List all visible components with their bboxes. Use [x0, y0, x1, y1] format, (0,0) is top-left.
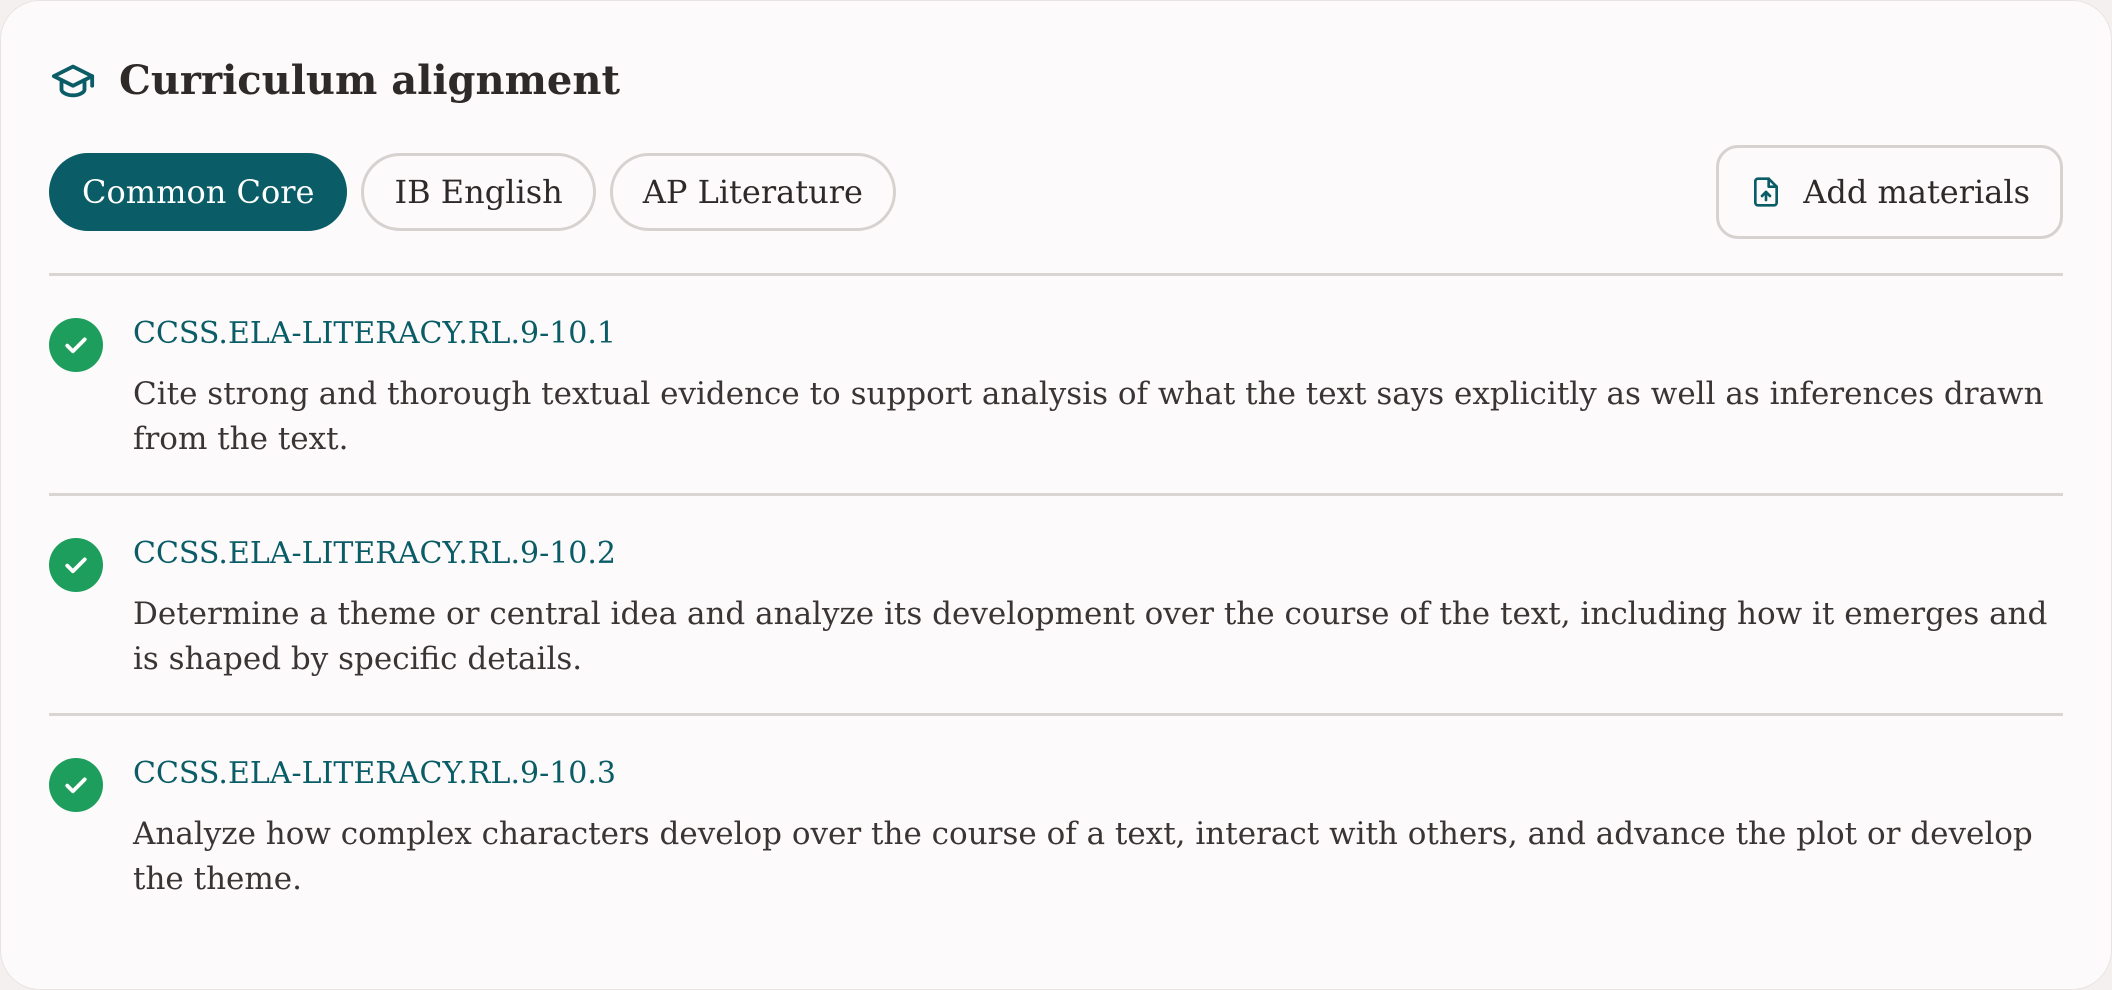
tab-ap-literature[interactable]: AP Literature	[609, 153, 896, 231]
card-title: Curriculum alignment	[119, 56, 620, 104]
toolbar: Common Core IB English AP Literature Add…	[49, 145, 2063, 239]
check-circle-icon	[49, 318, 103, 372]
list-item: CCSS.ELA-LITERACY.RL.9-10.1 Cite strong …	[49, 273, 2063, 493]
list-item: CCSS.ELA-LITERACY.RL.9-10.2 Determine a …	[49, 493, 2063, 713]
check-circle-icon	[49, 538, 103, 592]
standard-code: CCSS.ELA-LITERACY.RL.9-10.3	[133, 756, 617, 791]
file-upload-icon	[1749, 175, 1783, 209]
tab-common-core[interactable]: Common Core	[49, 153, 348, 231]
standard-description: Cite strong and thorough textual evidenc…	[133, 376, 2044, 457]
framework-tabs: Common Core IB English AP Literature	[49, 153, 896, 231]
standards-list: CCSS.ELA-LITERACY.RL.9-10.1 Cite strong …	[49, 273, 2063, 933]
standard-code: CCSS.ELA-LITERACY.RL.9-10.2	[133, 536, 617, 571]
check-circle-icon	[49, 758, 103, 812]
graduation-cap-icon	[49, 56, 97, 104]
add-materials-button[interactable]: Add materials	[1716, 145, 2063, 239]
standard-description: Determine a theme or central idea and an…	[133, 596, 2048, 677]
curriculum-alignment-card: Curriculum alignment Common Core IB Engl…	[0, 0, 2112, 990]
add-materials-label: Add materials	[1803, 173, 2030, 211]
tab-ib-english[interactable]: IB English	[361, 153, 596, 231]
list-item: CCSS.ELA-LITERACY.RL.9-10.3 Analyze how …	[49, 713, 2063, 933]
standard-description: Analyze how complex characters develop o…	[133, 816, 2033, 897]
card-header: Curriculum alignment	[49, 53, 620, 107]
standard-code: CCSS.ELA-LITERACY.RL.9-10.1	[133, 316, 617, 351]
